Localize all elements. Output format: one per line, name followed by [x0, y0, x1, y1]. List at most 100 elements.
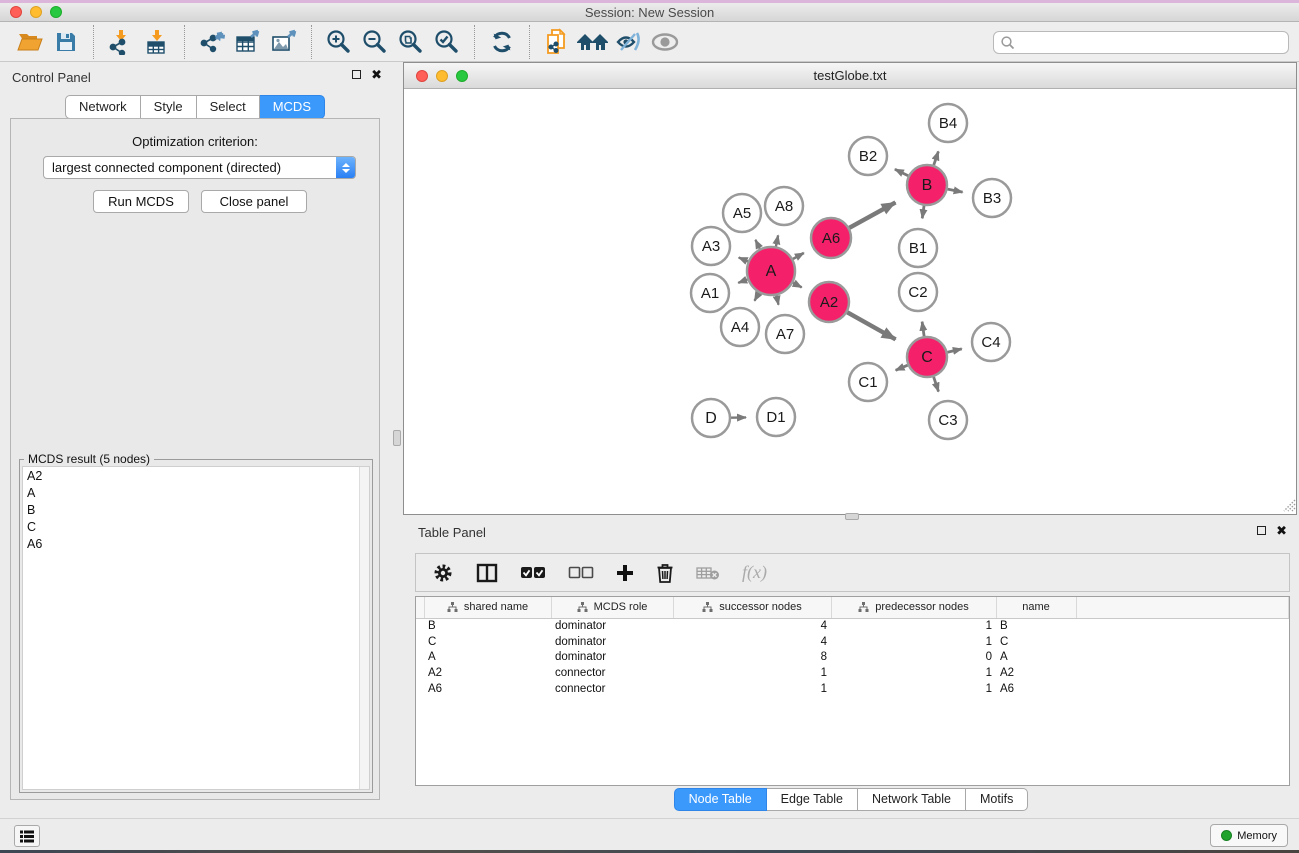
graph-edge-A-A5[interactable]	[755, 240, 759, 249]
graph-node-A[interactable]: A	[747, 247, 795, 295]
table-cell[interactable]: dominator	[551, 618, 673, 634]
network-close-icon[interactable]	[416, 70, 428, 82]
tab-node-table[interactable]: Node Table	[674, 788, 767, 811]
table-cell[interactable]: 1	[831, 618, 996, 634]
run-mcds-button[interactable]: Run MCDS	[93, 190, 189, 213]
network-minimize-icon[interactable]	[436, 70, 448, 82]
mcds-result-item[interactable]: B	[23, 501, 369, 518]
save-session-button[interactable]	[48, 25, 84, 59]
graph-edge-A6-B[interactable]	[849, 202, 895, 227]
deselect-all-button[interactable]	[568, 566, 594, 580]
tab-mcds[interactable]: MCDS	[260, 95, 325, 119]
mcds-result-item[interactable]: A2	[23, 467, 369, 484]
tab-network[interactable]: Network	[65, 95, 141, 119]
table-row[interactable]: Cdominator41C	[416, 634, 1289, 650]
graph-node-B3[interactable]: B3	[973, 179, 1011, 217]
table-cell[interactable]: 4	[673, 634, 831, 650]
graph-node-C2[interactable]: C2	[899, 273, 937, 311]
graph-edge-C-C1[interactable]	[896, 365, 908, 370]
table-cell[interactable]: A6	[996, 681, 1076, 697]
resize-grip-icon[interactable]	[1282, 498, 1296, 512]
table-cell[interactable]: connector	[551, 665, 673, 681]
export-image-button[interactable]	[266, 25, 302, 59]
table-cell[interactable]: 0	[831, 650, 996, 666]
table-cell[interactable]: dominator	[551, 634, 673, 650]
delete-table-button[interactable]	[696, 565, 720, 581]
table-cell[interactable]: A6	[424, 681, 551, 697]
table-cell[interactable]: C	[996, 634, 1076, 650]
graph-edge-A-A7[interactable]	[776, 295, 778, 304]
graph-node-C3[interactable]: C3	[929, 401, 967, 439]
zoom-fit-button[interactable]	[393, 25, 429, 59]
table-cell[interactable]: 1	[673, 681, 831, 697]
graph-node-A6[interactable]: A6	[811, 218, 851, 258]
table-cell[interactable]: A2	[996, 665, 1076, 681]
graph-edge-A-A1[interactable]	[738, 279, 747, 282]
close-window-icon[interactable]	[10, 6, 22, 18]
graph-node-B[interactable]: B	[907, 165, 947, 205]
close-table-panel-icon[interactable]: ✖	[1276, 526, 1287, 535]
tab-select[interactable]: Select	[197, 95, 260, 119]
mcds-result-item[interactable]: A6	[23, 535, 369, 552]
graph-edge-A-A6[interactable]	[793, 253, 804, 259]
table-cell[interactable]: B	[996, 618, 1076, 634]
function-builder-button[interactable]: f(x)	[742, 562, 767, 583]
table-row[interactable]: A6connector11A6	[416, 681, 1289, 697]
table-row[interactable]: Bdominator41B	[416, 618, 1289, 634]
graph-edge-A-A3[interactable]	[739, 258, 748, 262]
export-table-button[interactable]	[230, 25, 266, 59]
table-cell[interactable]: A2	[424, 665, 551, 681]
graph-node-A1[interactable]: A1	[691, 274, 729, 312]
table-cell[interactable]: 1	[831, 681, 996, 697]
table-cell[interactable]: C	[424, 634, 551, 650]
column-header-successor-nodes[interactable]: successor nodes	[673, 597, 831, 618]
birds-eye-view-button[interactable]	[647, 25, 683, 59]
horizontal-splitter-handle[interactable]	[845, 513, 859, 520]
table-cell[interactable]: connector	[551, 681, 673, 697]
table-cell[interactable]: B	[424, 618, 551, 634]
select-all-button[interactable]	[520, 566, 546, 580]
table-cell[interactable]: 8	[673, 650, 831, 666]
table-cell[interactable]: 1	[673, 665, 831, 681]
column-header-shared-name[interactable]: shared name	[424, 597, 551, 618]
graph-edge-A-A4[interactable]	[755, 293, 759, 301]
graph-edge-B-B4[interactable]	[934, 151, 939, 165]
tab-style[interactable]: Style	[141, 95, 197, 119]
tab-edge-table[interactable]: Edge Table	[767, 788, 858, 811]
graph-edge-B-B1[interactable]	[922, 206, 924, 219]
graph-edge-C-C4[interactable]	[947, 349, 961, 352]
add-column-button[interactable]	[616, 564, 634, 582]
mcds-result-list[interactable]: A2ABCA6	[22, 466, 370, 790]
mcds-list-scrollbar[interactable]	[359, 467, 369, 789]
table-header-row[interactable]: shared nameMCDS rolesuccessor nodesprede…	[416, 597, 1289, 618]
network-window-titlebar[interactable]: testGlobe.txt	[404, 63, 1296, 89]
network-canvas[interactable]: B4B2BB3A8A5A6A3B1AA1C2A2A4A7C4CC1C3DD1	[404, 89, 1296, 514]
table-row[interactable]: A2connector11A2	[416, 665, 1289, 681]
graph-node-C1[interactable]: C1	[849, 363, 887, 401]
graph-edge-B-B3[interactable]	[948, 189, 963, 192]
column-header-predecessor-nodes[interactable]: predecessor nodes	[831, 597, 996, 618]
minimize-window-icon[interactable]	[30, 6, 42, 18]
table-options-button[interactable]	[432, 562, 454, 584]
graph-node-B2[interactable]: B2	[849, 137, 887, 175]
task-history-button[interactable]	[14, 825, 40, 847]
column-header-name[interactable]: name	[996, 597, 1076, 618]
table-cell[interactable]: 1	[831, 665, 996, 681]
graph-node-A4[interactable]: A4	[721, 308, 759, 346]
graph-node-A7[interactable]: A7	[766, 315, 804, 353]
graph-node-D[interactable]: D	[692, 399, 730, 437]
close-panel-button[interactable]: Close panel	[201, 190, 307, 213]
network-from-file-button[interactable]	[539, 25, 575, 59]
network-zoom-icon[interactable]	[456, 70, 468, 82]
graph-edge-C-C3[interactable]	[934, 377, 939, 392]
node-table[interactable]: shared nameMCDS rolesuccessor nodesprede…	[415, 596, 1290, 786]
column-header-MCDS-role[interactable]: MCDS role	[551, 597, 673, 618]
table-cell[interactable]: dominator	[551, 650, 673, 666]
table-row[interactable]: Adominator80A	[416, 650, 1289, 666]
mcds-result-item[interactable]: C	[23, 518, 369, 535]
graph-node-B1[interactable]: B1	[899, 229, 937, 267]
graph-node-A3[interactable]: A3	[692, 227, 730, 265]
graph-node-A8[interactable]: A8	[765, 187, 803, 225]
tab-motifs[interactable]: Motifs	[966, 788, 1028, 811]
open-session-button[interactable]	[12, 25, 48, 59]
